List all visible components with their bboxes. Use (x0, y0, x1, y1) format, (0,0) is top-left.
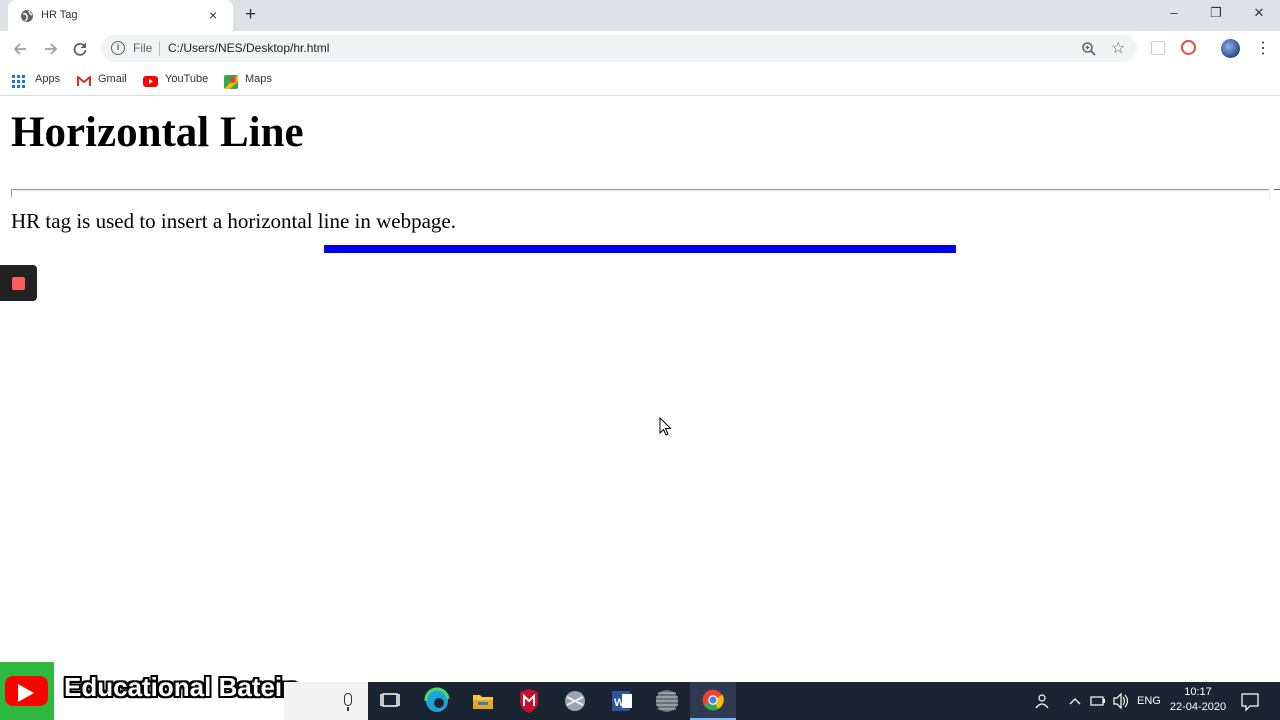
reload-icon[interactable] (70, 39, 90, 59)
omnibox-divider (159, 41, 160, 56)
profile-avatar[interactable] (1221, 39, 1240, 58)
volume-icon[interactable] (1112, 682, 1130, 720)
extension-icon[interactable] (1181, 40, 1196, 55)
bookmark-youtube[interactable]: YouTube (143, 72, 213, 90)
chrome-icon[interactable] (690, 682, 736, 720)
people-icon[interactable] (1032, 682, 1052, 720)
page-paragraph: HR tag is used to insert a horizontal li… (11, 209, 456, 233)
clock[interactable]: 10:17 22-04-2020 (1168, 682, 1228, 720)
minimize-button[interactable]: – (1164, 5, 1184, 23)
microphone-stand (347, 707, 349, 711)
star-icon[interactable]: ☆ (1111, 38, 1125, 58)
language-indicator[interactable]: ENG (1137, 682, 1161, 720)
globe-icon (21, 10, 33, 22)
tab-strip: HR Tag × + – ❐ ✕ (0, 0, 1280, 31)
extension-icon[interactable] (1151, 41, 1165, 55)
edge-icon[interactable] (414, 682, 460, 720)
back-icon[interactable] (11, 39, 31, 59)
menu-dots-icon[interactable]: ⋮ (1255, 38, 1271, 58)
youtube-icon (143, 76, 158, 87)
globe-app-icon[interactable] (644, 682, 690, 720)
channel-name: Educational Batein (64, 672, 299, 702)
horizontal-rule-edge (1274, 189, 1280, 190)
bookmark-label: Maps (245, 73, 272, 85)
stop-icon (12, 277, 25, 290)
battery-icon[interactable] (1090, 682, 1106, 720)
microphone-icon[interactable] (344, 693, 352, 706)
tab-close-icon[interactable]: × (209, 7, 217, 23)
file-explorer-icon[interactable] (460, 682, 506, 720)
notifications-icon[interactable] (1240, 682, 1260, 720)
restore-button[interactable]: ❐ (1206, 5, 1226, 23)
bookmark-label: Apps (35, 73, 61, 85)
channel-logo (0, 662, 54, 720)
bookmark-apps[interactable]: Apps (12, 72, 64, 90)
clock-time: 10:17 (1184, 686, 1212, 698)
bookmarks-bar: Apps Gmail YouTube Maps (0, 67, 1280, 96)
bookmark-maps[interactable]: Maps (224, 72, 279, 90)
browser-toolbar: i File C:/Users/NES/Desktop/hr.html ☆ ⋮ (0, 31, 1280, 67)
horizontal-rule-blue (324, 245, 956, 253)
chevron-up-icon[interactable] (1068, 682, 1082, 720)
scheme-label: File (133, 41, 153, 55)
tab-title: HR Tag (41, 9, 78, 21)
url-text[interactable]: C:/Users/NES/Desktop/hr.html (168, 41, 329, 55)
play-icon (18, 684, 34, 702)
mouse-cursor-icon (659, 417, 672, 436)
address-bar[interactable]: i File C:/Users/NES/Desktop/hr.html ☆ (101, 35, 1137, 62)
forward-icon[interactable] (40, 39, 60, 59)
mcafee-icon[interactable] (506, 682, 552, 720)
clock-date: 22-04-2020 (1169, 701, 1227, 713)
tab-hr-tag[interactable]: HR Tag × (8, 0, 233, 31)
gmail-icon (77, 76, 91, 86)
new-tab-button[interactable]: + (245, 4, 256, 26)
zoom-icon[interactable] (1081, 41, 1097, 57)
task-view-icon[interactable] (368, 682, 414, 720)
maps-icon (224, 75, 238, 89)
info-icon[interactable]: i (111, 41, 125, 55)
horizontal-rule-default (11, 189, 1270, 197)
word-icon[interactable]: W (598, 682, 644, 720)
windows-taskbar: W ENG 10:17 22-04-2020 (284, 682, 1280, 720)
taskbar-search-box[interactable] (284, 682, 368, 720)
svg-text:W: W (614, 697, 625, 709)
bookmark-label: YouTube (165, 73, 209, 85)
bookmark-gmail[interactable]: Gmail (77, 72, 132, 90)
page-heading: Horizontal Line (11, 109, 304, 156)
app-icon[interactable] (552, 682, 598, 720)
close-window-button[interactable]: ✕ (1249, 5, 1269, 23)
bookmark-label: Gmail (98, 73, 127, 85)
record-stop-button[interactable] (0, 265, 37, 301)
apps-grid-icon (12, 75, 25, 88)
